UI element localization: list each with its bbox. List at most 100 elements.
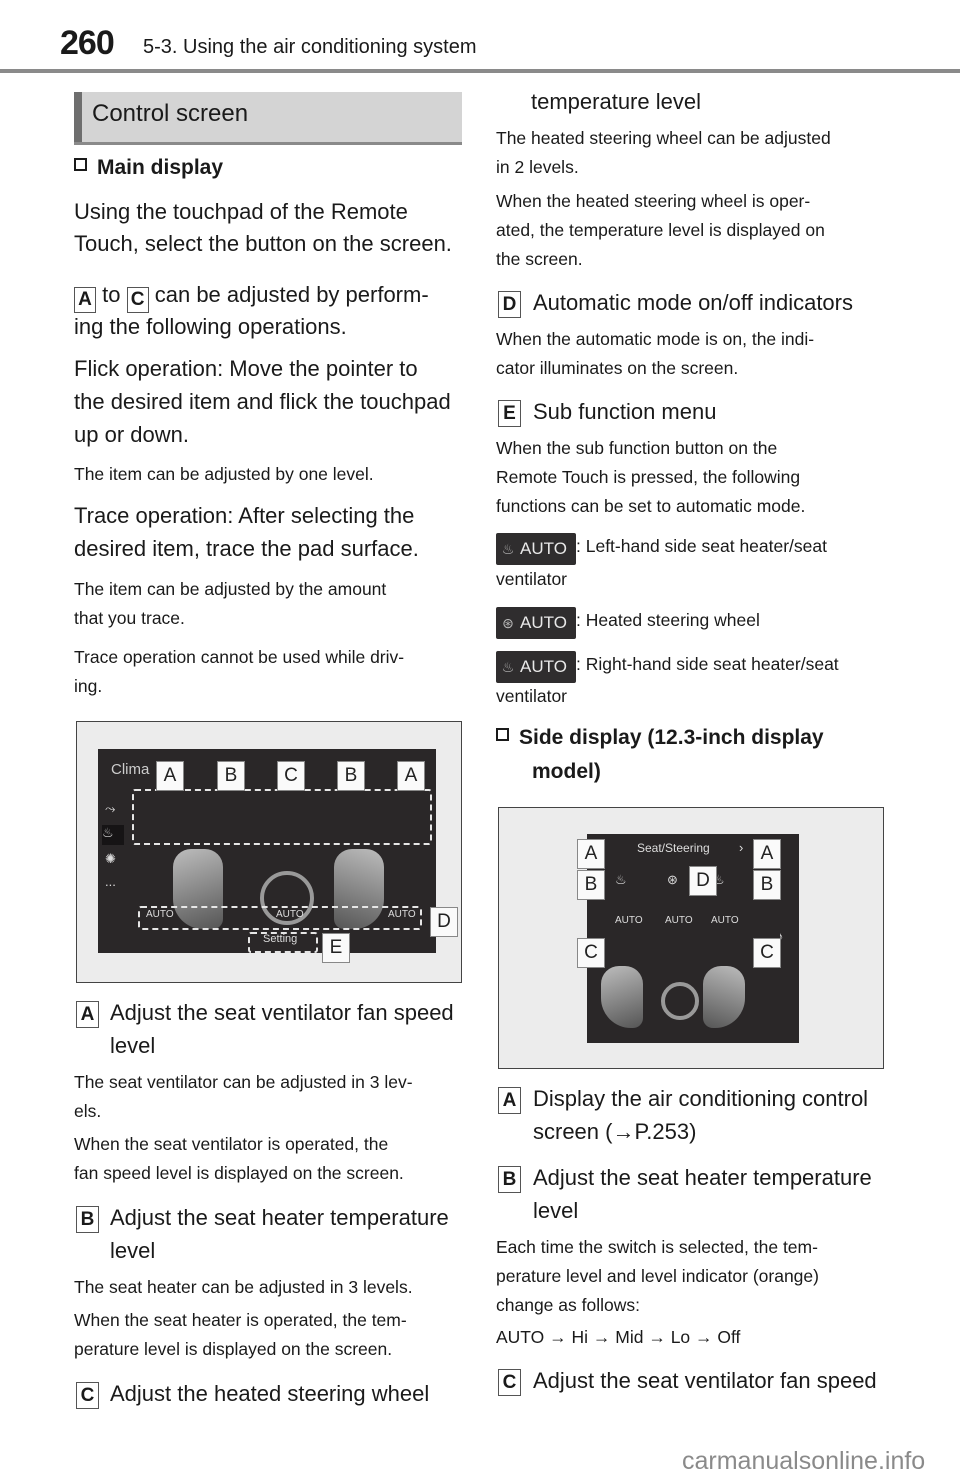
item-c-note: The heated steering wheel can be adjuste…: [496, 128, 831, 148]
key-a: A: [498, 1087, 521, 1114]
side-display-heading-2: model): [532, 760, 601, 783]
steering-wheel-image: [661, 982, 699, 1020]
main-display-figure: Clima ⤳ ♨ ✺ ... AUTO AUTO AUTO Setting A…: [76, 721, 462, 983]
item-e-title: Sub function menu: [533, 399, 717, 424]
callout-b: B: [217, 761, 245, 791]
trace-line-2: desired item, trace the pad surface.: [74, 536, 419, 561]
callout-b: B: [753, 870, 781, 900]
flick-line-2: the desired item and flick the touchpad: [74, 389, 451, 414]
callout-b: B: [577, 870, 605, 900]
right-seat-auto: AUTO: [388, 909, 416, 920]
callout-a: A: [753, 839, 781, 869]
section-title: Control screen: [92, 100, 249, 127]
callout-c: C: [277, 761, 305, 791]
auto-item-left-seat: ♨ AUTO: Left-hand side seat heater/seat: [496, 532, 827, 565]
side-item-b-title-2: level: [533, 1198, 579, 1223]
side-item-a-title-2[interactable]: screen (→P.253): [533, 1115, 696, 1148]
item-c-note: in 2 levels.: [496, 157, 579, 177]
auto-item-right-seat-cont: ventilator: [496, 686, 568, 706]
key-b: B: [76, 1206, 99, 1233]
trace-warning-2: ing.: [74, 676, 103, 696]
callout-c: C: [577, 938, 605, 968]
steering-auto: AUTO: [665, 915, 693, 926]
item-a-note: When the seat ventilator is operated, th…: [74, 1134, 389, 1154]
chapter-title: 5-3. Using the air conditioning system: [143, 36, 477, 58]
seat-menu-icon: ♨: [102, 825, 124, 845]
callout-a: A: [156, 761, 184, 791]
square-bullet-icon: [496, 728, 509, 741]
item-c-note: When the heated steering wheel is oper-: [496, 191, 811, 211]
item-d-title: Automatic mode on/off indicators: [533, 290, 853, 315]
item-d-note: When the automatic mode is on, the indi-: [496, 329, 815, 349]
key-c: C: [498, 1369, 521, 1396]
item-e-note: Remote Touch is pressed, the following: [496, 467, 801, 487]
left-seat-auto: AUTO: [146, 909, 174, 920]
side-display-heading: Side display (12.3-inch display: [496, 721, 824, 754]
side-item-c-title: Adjust the seat ventilator fan speed: [533, 1368, 877, 1393]
flick-line-3: up or down.: [74, 422, 189, 447]
steering-heater-icon: ⊛: [667, 872, 678, 887]
section-bar: [74, 92, 82, 142]
item-a-note: The seat ventilator can be adjusted in 3…: [74, 1072, 413, 1092]
left-seat-auto-icon: ♨ AUTO: [496, 533, 576, 565]
trace-warning-1: Trace operation cannot be used while dri…: [74, 647, 405, 667]
item-e-note: When the sub function button on the: [496, 438, 778, 458]
item-b-title-2: level: [110, 1238, 156, 1263]
callout-a: A: [397, 761, 425, 791]
clima-title: Clima: [111, 761, 150, 778]
item-e-note: functions can be set to automatic mode.: [496, 496, 806, 516]
square-bullet-icon: [74, 158, 87, 171]
side-item-b-note: perature level and level indicator (oran…: [496, 1266, 819, 1286]
item-b-note: perature level is displayed on the scree…: [74, 1339, 393, 1359]
callout-b: B: [337, 761, 365, 791]
trace-note-2: that you trace.: [74, 608, 185, 628]
key-c: C: [76, 1382, 99, 1409]
item-d-note: cator illuminates on the screen.: [496, 358, 739, 378]
trace-note-1: The item can be adjusted by the amount: [74, 579, 387, 599]
range-line-2: ing the following operations.: [74, 314, 347, 339]
item-c-note: ated, the temperature level is displayed…: [496, 220, 825, 240]
setting-label: Setting: [263, 933, 298, 945]
item-a-title: Adjust the seat ventilator fan speed: [110, 1000, 454, 1025]
callout-d: D: [689, 866, 717, 896]
page-number: 260: [60, 24, 115, 62]
callout-a: A: [577, 839, 605, 869]
item-a-note: els.: [74, 1101, 102, 1121]
climate-screen: Clima ⤳ ♨ ✺ ... AUTO AUTO AUTO Setting: [98, 749, 436, 953]
item-b-note: When the seat heater is operated, the te…: [74, 1310, 407, 1330]
left-auto: AUTO: [615, 915, 643, 926]
intro-line-2: Touch, select the button on the screen.: [74, 231, 452, 256]
item-b-note: The seat heater can be adjusted in 3 lev…: [74, 1277, 413, 1297]
intro-line-1: Using the touchpad of the Remote: [74, 199, 408, 224]
level-sequence: AUTO → Hi → Mid → Lo → Off: [496, 1327, 741, 1347]
side-display-figure: ‹ Seat/Steering › ♨ ⊛ ♨ AUTO AUTO AUTO ♪…: [498, 807, 884, 1069]
flick-note: The item can be adjusted by one level.: [74, 464, 374, 484]
screen-title: Seat/Steering: [637, 841, 710, 855]
heated-steering-auto-icon: ⊛ AUTO: [496, 607, 576, 639]
key-d: D: [498, 291, 521, 318]
side-item-a-title: Display the air conditioning control: [533, 1086, 869, 1111]
item-a-title-2: level: [110, 1033, 156, 1058]
steering-auto: AUTO: [276, 909, 304, 920]
right-auto: AUTO: [711, 915, 739, 926]
item-b-title: Adjust the seat heater temperature: [110, 1205, 449, 1230]
key-b: B: [498, 1166, 521, 1193]
callout-d: D: [430, 907, 458, 937]
airflow-icon: ⤳: [105, 801, 116, 816]
auto-item-steering: ⊛ AUTO: Heated steering wheel: [496, 606, 760, 639]
page-header: 260 5-3. Using the air conditioning syst…: [0, 0, 960, 76]
auto-item-right-seat: ♨ AUTO: Right-hand side seat heater/seat: [496, 650, 839, 683]
item-c-title-cont: temperature level: [531, 89, 701, 114]
callout-e: E: [322, 933, 350, 963]
watermark: carmanualsonline.info: [682, 1447, 926, 1475]
side-item-b-note: Each time the switch is selected, the te…: [496, 1237, 818, 1257]
section-header: Control screen: [74, 92, 462, 145]
more-icon: ...: [105, 874, 116, 889]
item-c-note: the screen.: [496, 249, 583, 269]
trace-line-1: Trace operation: After selecting the: [74, 503, 415, 528]
flick-line-1: Flick operation: Move the pointer to: [74, 356, 418, 381]
key-e: E: [498, 400, 521, 427]
auto-item-left-seat-cont: ventilator: [496, 569, 568, 589]
key-a: A: [76, 1001, 99, 1028]
seat-controls-row: [132, 789, 432, 845]
